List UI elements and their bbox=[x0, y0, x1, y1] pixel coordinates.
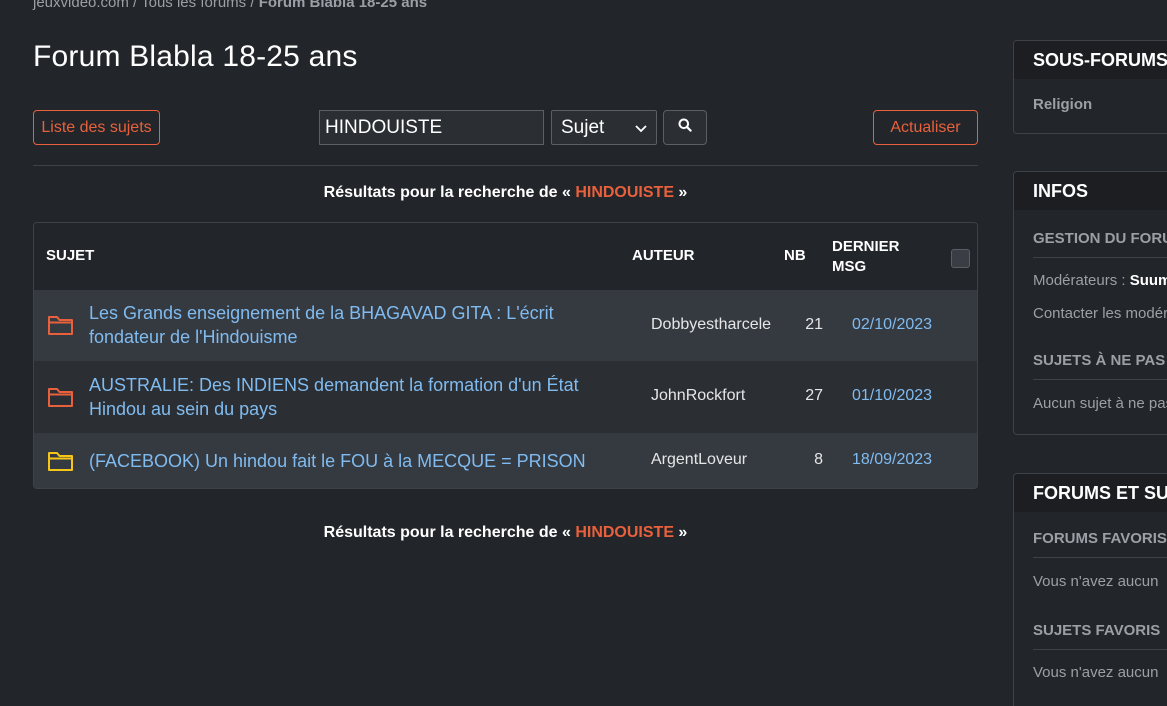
divider bbox=[1033, 649, 1167, 650]
folder-icon bbox=[47, 450, 75, 472]
topic-last-message-link[interactable]: 18/09/2023 bbox=[852, 451, 932, 469]
topic-list-button[interactable]: Liste des sujets bbox=[33, 110, 160, 145]
header-nb: NB bbox=[784, 247, 806, 264]
search-button[interactable] bbox=[663, 110, 707, 145]
results-prefix: Résultats pour la recherche de « bbox=[323, 524, 576, 541]
topic-title-link[interactable]: (FACEBOOK) Un hindou fait le FOU à la ME… bbox=[89, 449, 609, 473]
divider bbox=[1033, 257, 1167, 258]
favorite-topics-heading: SUJETS FAVORIS bbox=[1033, 622, 1161, 639]
topic-title-link[interactable]: Les Grands enseignement de la BHAGAVAD G… bbox=[89, 301, 609, 349]
breadcrumb-separator: / bbox=[246, 0, 259, 11]
infos-title: INFOS bbox=[1014, 172, 1167, 210]
folder-icon bbox=[47, 386, 75, 408]
breadcrumb-separator: / bbox=[128, 0, 142, 11]
breadcrumb-current: Forum Blabla 18-25 ans bbox=[258, 0, 428, 11]
chevron-down-icon bbox=[635, 117, 647, 139]
results-term: HINDOUISTE bbox=[575, 184, 674, 201]
folder-icon bbox=[47, 314, 75, 336]
moderators-line: Modérateurs : Suum bbox=[1033, 272, 1167, 289]
table-row: AUSTRALIE: Des INDIENS demandent la form… bbox=[34, 361, 977, 433]
header-sujet: SUJET bbox=[46, 247, 95, 264]
moderator-link[interactable]: Suum bbox=[1130, 272, 1167, 289]
topic-author[interactable]: Dobbyestharcele bbox=[651, 316, 771, 334]
table-row: (FACEBOOK) Un hindou fait le FOU à la ME… bbox=[34, 433, 977, 488]
search-icon bbox=[678, 118, 692, 137]
topic-last-message-link[interactable]: 02/10/2023 bbox=[852, 316, 932, 334]
breadcrumb-all-forums-link[interactable]: Tous les forums bbox=[141, 0, 246, 11]
search-input[interactable]: HINDOUISTE bbox=[319, 110, 544, 145]
results-suffix: » bbox=[673, 184, 688, 201]
search-input-value: HINDOUISTE bbox=[325, 116, 443, 138]
topics-table: SUJET AUTEUR NB DERNIER MSG Les Grands e… bbox=[33, 222, 978, 489]
subforums-title: SOUS-FORUMS bbox=[1014, 41, 1167, 79]
refresh-button[interactable]: Actualiser bbox=[873, 110, 978, 145]
divider bbox=[33, 165, 978, 166]
subforums-panel: SOUS-FORUMS Religion bbox=[1013, 40, 1167, 134]
topic-message-count: 21 bbox=[805, 316, 823, 333]
search-type-select[interactable]: Sujet bbox=[551, 110, 657, 145]
favorites-panel: FORUMS ET SUJETS FORUMS FAVORIS Vous n'a… bbox=[1013, 473, 1167, 706]
divider bbox=[1033, 379, 1167, 380]
contact-moderators-link[interactable]: Contacter les modérateurs bbox=[1033, 305, 1167, 322]
infos-panel: INFOS GESTION DU FORUM Modérateurs : Suu… bbox=[1013, 171, 1167, 435]
page-title: Forum Blabla 18-25 ans bbox=[33, 40, 358, 73]
topics-table-header: SUJET AUTEUR NB DERNIER MSG bbox=[34, 223, 977, 290]
results-suffix: » bbox=[673, 524, 688, 541]
search-results-label: Résultats pour la recherche de « HINDOUI… bbox=[33, 524, 978, 542]
subforum-link-religion[interactable]: Religion bbox=[1033, 96, 1092, 113]
moderators-label: Modérateurs : bbox=[1033, 272, 1130, 289]
breadcrumb: jeuxvideo.com / Tous les forums / Forum … bbox=[33, 0, 427, 11]
no-topics-text: Aucun sujet à ne pas bbox=[1033, 395, 1167, 412]
topic-message-count: 27 bbox=[805, 387, 823, 404]
topic-author[interactable]: JohnRockfort bbox=[651, 387, 745, 405]
topic-message-count: 8 bbox=[814, 451, 823, 468]
favorite-forums-heading: FORUMS FAVORIS bbox=[1033, 530, 1167, 547]
forum-management-heading: GESTION DU FORUM bbox=[1033, 230, 1167, 247]
results-prefix: Résultats pour la recherche de « bbox=[323, 184, 576, 201]
breadcrumb-site-link[interactable]: jeuxvideo.com bbox=[33, 0, 129, 11]
favorite-forums-empty: Vous n'avez aucun bbox=[1033, 573, 1159, 590]
topic-title-link[interactable]: AUSTRALIE: Des INDIENS demandent la form… bbox=[89, 373, 609, 421]
favorites-title: FORUMS ET SUJETS bbox=[1014, 474, 1167, 512]
header-auteur: AUTEUR bbox=[632, 247, 695, 264]
topic-author[interactable]: ArgentLoveur bbox=[651, 451, 747, 469]
divider bbox=[1033, 557, 1167, 558]
header-dernier-msg: DERNIER MSG bbox=[832, 238, 900, 275]
search-type-value: Sujet bbox=[561, 116, 605, 138]
select-all-checkbox[interactable] bbox=[951, 249, 970, 268]
topic-last-message-link[interactable]: 01/10/2023 bbox=[852, 387, 932, 405]
table-row: Les Grands enseignement de la BHAGAVAD G… bbox=[34, 290, 977, 361]
results-term: HINDOUISTE bbox=[575, 524, 674, 541]
favorite-topics-empty: Vous n'avez aucun bbox=[1033, 664, 1159, 681]
topics-not-to-do-heading: SUJETS À NE PAS bbox=[1033, 352, 1166, 369]
search-results-label: Résultats pour la recherche de « HINDOUI… bbox=[33, 184, 978, 202]
